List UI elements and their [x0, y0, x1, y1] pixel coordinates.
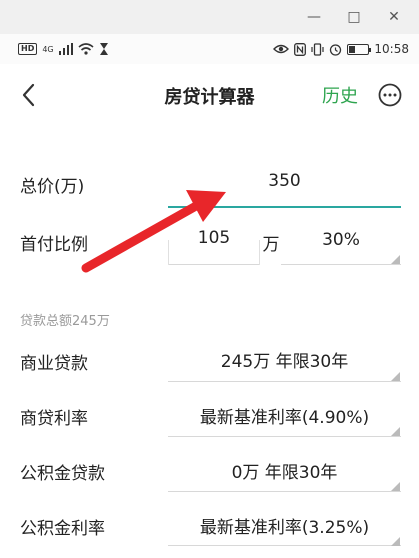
red-arrow-annotation [81, 190, 226, 273]
